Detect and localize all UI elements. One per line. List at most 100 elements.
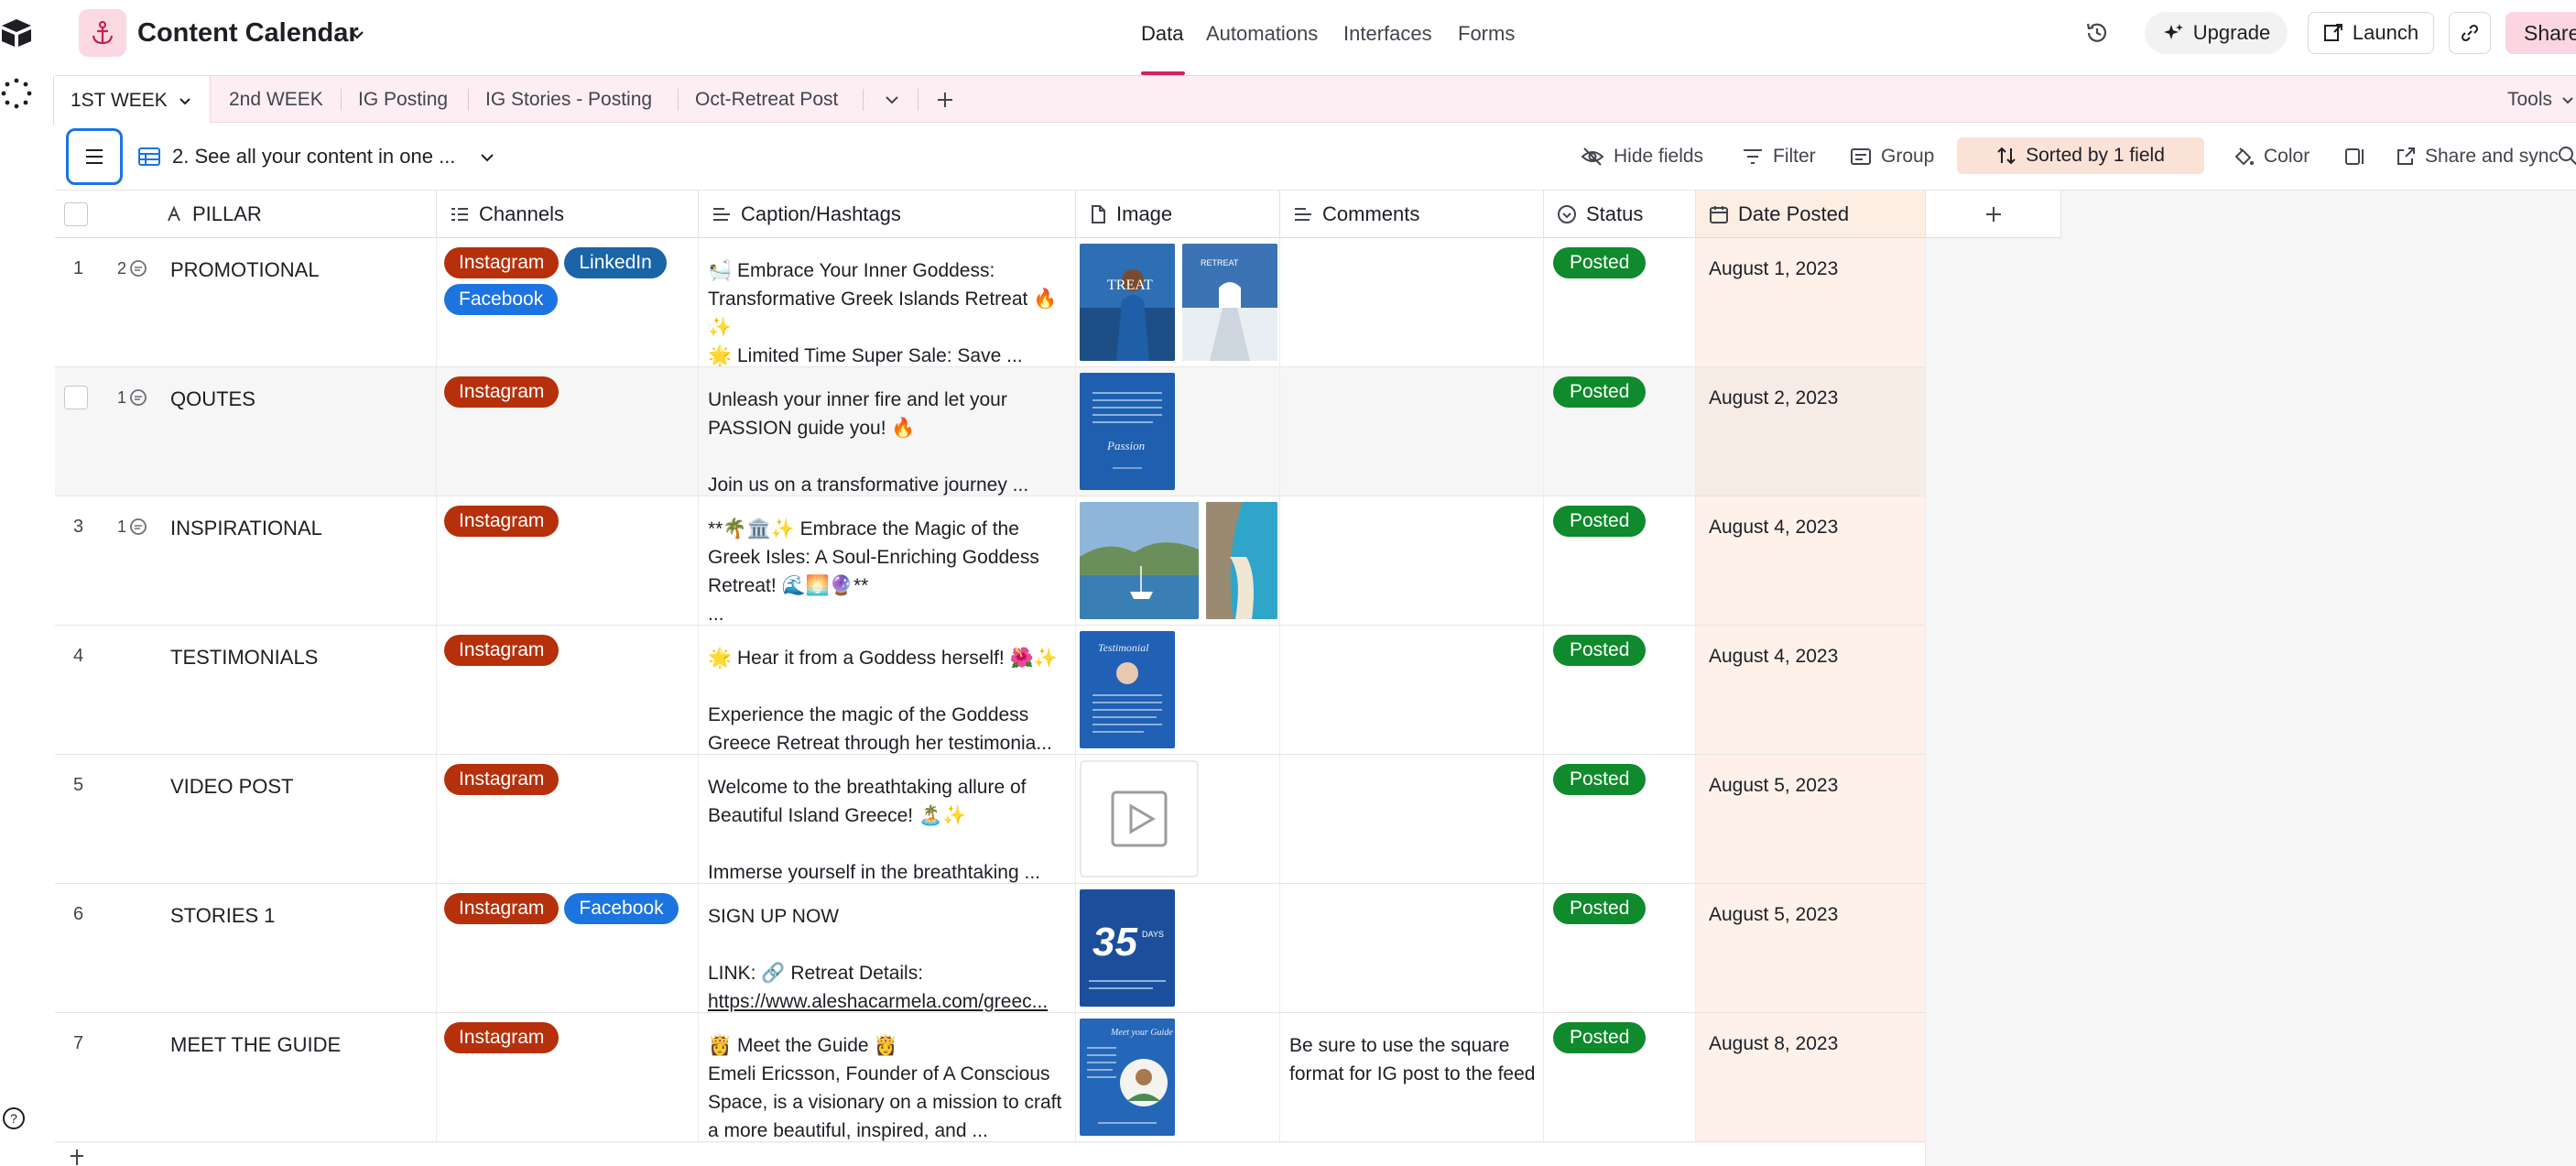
comment-count-value: 1 (117, 517, 127, 536)
color-button[interactable]: Color (2233, 139, 2310, 174)
tab-2nd-week[interactable]: 2nd WEEK (229, 76, 323, 124)
comment-count[interactable]: 2 (117, 258, 148, 278)
channel-chip: Instagram (444, 506, 560, 537)
filter-button[interactable]: Filter (1742, 139, 1816, 174)
more-tabs-chevron-icon[interactable] (883, 91, 901, 109)
table-row[interactable]: 1 QOUTES Instagram Unleash your inner fi… (55, 367, 1926, 496)
table-row[interactable]: 3 1 INSPIRATIONAL Instagram **🌴🏛️✨ Embra… (55, 496, 1926, 626)
image-thumbnail-quote-card[interactable]: Passion (1080, 373, 1175, 490)
image-thumbnail-testimonial[interactable]: Testimonial (1080, 631, 1175, 748)
pillar-value: INSPIRATIONAL (170, 517, 322, 539)
long-text-field-icon (1295, 207, 1311, 221)
select-all-checkbox[interactable] (64, 202, 88, 226)
status-badge: Posted (1553, 247, 1647, 278)
nav-forms[interactable]: Forms (1458, 22, 1515, 46)
row-number: 3 (73, 517, 84, 537)
image-thumbnail-woman-sea[interactable]: TREAT (1080, 244, 1175, 361)
comment-count[interactable]: 1 (117, 517, 148, 537)
app-logo-icon[interactable] (0, 16, 33, 49)
row-height-icon[interactable] (2344, 147, 2366, 167)
channel-chip: Facebook (564, 893, 679, 924)
row-checkbox[interactable] (64, 386, 88, 409)
column-header-pillar[interactable]: PILLAR (55, 191, 437, 238)
channel-chip: Instagram (444, 376, 560, 408)
table-row[interactable]: 1 2 PROMOTIONAL Instagram LinkedIn Faceb… (55, 238, 1926, 367)
nav-data[interactable]: Data (1141, 22, 1183, 46)
video-play-icon[interactable] (1080, 760, 1199, 877)
date-posted-value: August 1, 2023 (1709, 258, 1839, 279)
comment-bubble-icon (130, 389, 147, 406)
date-posted-value: August 4, 2023 (1709, 646, 1839, 667)
column-title: PILLAR (192, 202, 262, 225)
history-icon[interactable] (2084, 20, 2110, 46)
top-header: Content Calendar Data Automations Interf… (55, 0, 2576, 75)
column-header-caption[interactable]: Caption/Hashtags (699, 191, 1076, 238)
copy-link-button[interactable] (2449, 12, 2491, 54)
tab-ig-posting[interactable]: IG Posting (358, 76, 448, 124)
svg-text:TREAT: TREAT (1107, 278, 1153, 293)
share-button[interactable]: Share (2505, 12, 2576, 54)
column-header-status[interactable]: Status (1544, 191, 1696, 238)
tab-oct-retreat-post[interactable]: Oct-Retreat Post (695, 76, 838, 124)
comment-bubble-icon (130, 260, 147, 277)
help-icon[interactable]: ? (2, 1106, 26, 1130)
caption-text: 🛀 Embrace Your Inner Goddess: Transforma… (708, 260, 1058, 366)
table-row[interactable]: 7 MEET THE GUIDE Instagram 👸 Meet the Gu… (55, 1013, 1926, 1142)
nav-automations[interactable]: Automations (1206, 22, 1318, 46)
date-posted-value: August 4, 2023 (1709, 517, 1839, 538)
base-icon[interactable] (79, 9, 126, 57)
formula-field-icon (168, 204, 180, 221)
share-and-sync-button[interactable]: Share and sync (2396, 139, 2559, 174)
tools-menu[interactable]: Tools (2507, 89, 2576, 111)
table-row[interactable]: 6 STORIES 1 Instagram Facebook SIGN UP N… (55, 884, 1926, 1013)
channel-chip: Instagram (444, 893, 560, 924)
caption-link[interactable]: https://www.aleshacarmela.com/greec... (708, 991, 1048, 1012)
external-share-icon (2397, 147, 2415, 165)
launch-icon (2323, 24, 2342, 41)
view-name[interactable]: 2. See all your content in one ... (172, 145, 455, 169)
nav-interfaces[interactable]: Interfaces (1343, 22, 1432, 46)
channels-list: Instagram (444, 506, 691, 537)
column-title: Date Posted (1738, 202, 1850, 225)
tab-divider (863, 89, 864, 111)
group-label: Group (1881, 146, 1935, 167)
table-row[interactable]: 5 VIDEO POST Instagram Welcome to the br… (55, 755, 1926, 884)
image-thumbnail-beach[interactable] (1206, 502, 1277, 619)
add-field-button[interactable] (1926, 191, 2061, 238)
image-thumbnail-harbor[interactable] (1080, 502, 1199, 619)
svg-text:?: ? (10, 1111, 17, 1126)
status-badge: Posted (1553, 635, 1647, 666)
group-icon (1851, 148, 1871, 165)
base-title[interactable]: Content Calendar (137, 18, 359, 49)
channel-chip: LinkedIn (564, 247, 667, 278)
upgrade-label: Upgrade (2192, 21, 2271, 44)
group-button[interactable]: Group (1850, 139, 1934, 174)
image-thumbnail-church-steps[interactable]: RETREAT (1182, 244, 1277, 361)
hide-fields-button[interactable]: Hide fields (1581, 139, 1703, 174)
date-field-icon (1710, 205, 1728, 223)
chevron-down-icon[interactable] (476, 147, 498, 169)
sort-button[interactable]: Sorted by 1 field (1957, 137, 2204, 174)
tab-ig-stories-posting[interactable]: IG Stories - Posting (485, 76, 652, 124)
search-icon[interactable] (2557, 145, 2576, 167)
upgrade-button[interactable]: Upgrade (2145, 12, 2288, 54)
column-header-comments[interactable]: Comments (1280, 191, 1544, 238)
image-thumbnail-guide[interactable]: Meet your Guide (1080, 1019, 1175, 1136)
column-title: Status (1586, 202, 1644, 225)
image-thumbnail-countdown[interactable]: 35 DAYS (1080, 889, 1175, 1007)
column-header-date-posted[interactable]: Date Posted (1696, 191, 1926, 238)
launch-button[interactable]: Launch (2308, 12, 2434, 54)
comment-count[interactable]: 1 (117, 387, 148, 408)
column-header-image[interactable]: Image (1076, 191, 1280, 238)
chevron-down-icon[interactable] (346, 24, 368, 46)
column-header-channels[interactable]: Channels (437, 191, 699, 238)
tab-1st-week[interactable]: 1ST WEEK (53, 76, 211, 125)
add-record-plus-icon[interactable] (68, 1147, 86, 1165)
pillar-value: STORIES 1 (170, 904, 276, 927)
table-row[interactable]: 4 TESTIMONIALS Instagram 🌟 Hear it from … (55, 626, 1926, 755)
views-sidebar-toggle[interactable] (66, 128, 123, 185)
pillar-value: MEET THE GUIDE (170, 1033, 342, 1056)
records-grid: PILLAR Channels Caption/Hashtags Image C… (55, 191, 2576, 1166)
add-table-plus-icon[interactable] (934, 89, 956, 111)
tools-label: Tools (2506, 89, 2552, 110)
